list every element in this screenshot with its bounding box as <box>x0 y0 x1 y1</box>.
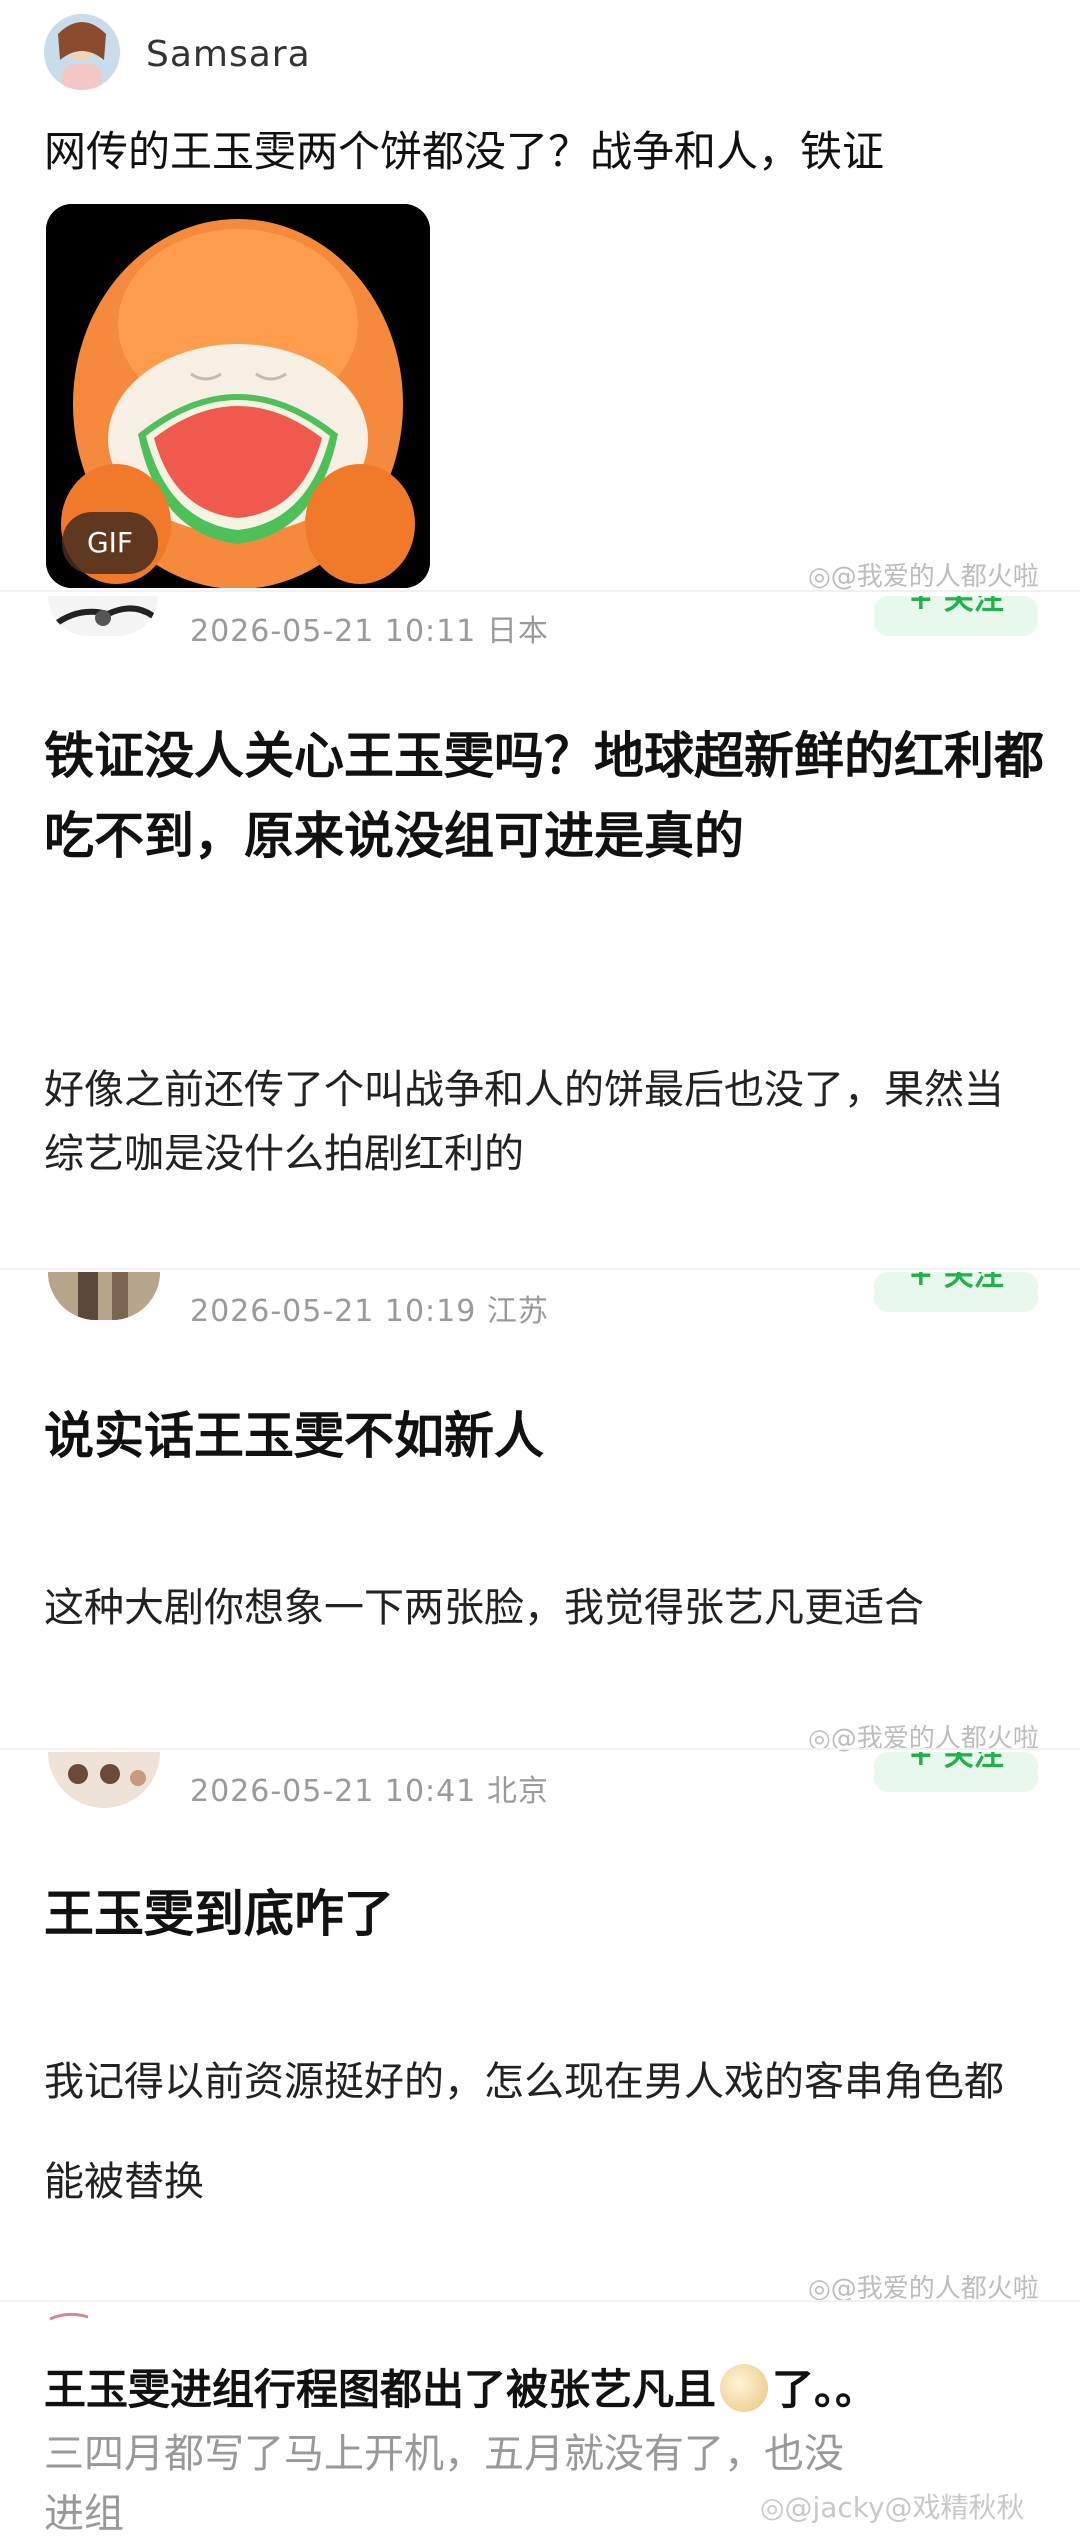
comment-meta: 2026-05-21 10:19 江苏 <box>190 1286 549 1330</box>
divider <box>0 590 1080 592</box>
follow-button[interactable]: + 关注 <box>874 596 1038 636</box>
comment-title: 铁证没人关心王玉雯吗？地球超新鲜的红利都吃不到，原来说没组可进是真的 <box>44 727 1044 865</box>
comment-meta: 2026-05-21 10:11 日本 <box>190 606 549 650</box>
comment-title: 说实话王玉雯不如新人 <box>44 1407 544 1465</box>
watermark: ◎@我爱的人都火啦 <box>808 562 1039 592</box>
weibo-icon: ◎ <box>808 562 831 592</box>
comment-timestamp: 2026-05-21 10:19 <box>190 1294 477 1329</box>
comment-meta: 2026-05-21 10:41 北京 <box>190 1766 549 1810</box>
gold-coin-emoji-icon <box>720 2364 769 2412</box>
watermark: ◎@jacky@戏精秋秋 <box>760 2491 1025 2524</box>
comment-timestamp: 2026-05-21 10:11 <box>190 614 477 649</box>
post-avatar[interactable] <box>44 14 120 90</box>
comment-avatar[interactable] <box>48 1272 160 1320</box>
comment-avatar[interactable] <box>48 1752 160 1808</box>
comment-timestamp: 2026-05-21 10:41 <box>190 1774 477 1809</box>
comment-body: 我记得以前资源挺好的，怎么现在男人戏的客串角色都能被替换 <box>44 2059 1004 2205</box>
comment-location: 北京 <box>486 1774 549 1809</box>
comment-body: 好像之前还传了个叫战争和人的饼最后也没了，果然当综艺咖是没什么拍剧红利的 <box>44 1067 1004 1177</box>
divider <box>0 1268 1080 1270</box>
weibo-icon: ◎ <box>760 2491 785 2524</box>
follow-button[interactable]: + 关注 <box>874 1272 1038 1312</box>
post-text: 网传的王玉雯两个饼都没了？战争和人，铁证 <box>44 127 885 176</box>
bottom-comment-title: 王玉雯进组行程图都出了被张艺凡且 了。。 <box>44 2364 878 2414</box>
comment-location: 江苏 <box>486 1294 549 1329</box>
comment-body: 这种大剧你想象一下两张脸，我觉得张艺凡更适合 <box>44 1585 924 1631</box>
comment-location: 日本 <box>486 614 549 649</box>
bottom-comment-body-line1: 三四月都写了马上开机，五月就没有了，也没 <box>44 2431 844 2477</box>
comment-avatar[interactable] <box>48 596 158 636</box>
bottom-comment-body-line2: 进组 <box>44 2491 124 2537</box>
follow-button[interactable]: + 关注 <box>874 1752 1038 1792</box>
divider <box>0 2300 1080 2302</box>
comment-title: 王玉雯到底咋了 <box>44 1885 394 1943</box>
comment-avatar[interactable] <box>48 2306 118 2321</box>
gif-image[interactable]: GIF <box>46 204 430 588</box>
post-username[interactable]: Samsara <box>146 34 311 75</box>
gif-badge: GIF <box>62 512 158 574</box>
divider <box>0 1748 1080 1750</box>
